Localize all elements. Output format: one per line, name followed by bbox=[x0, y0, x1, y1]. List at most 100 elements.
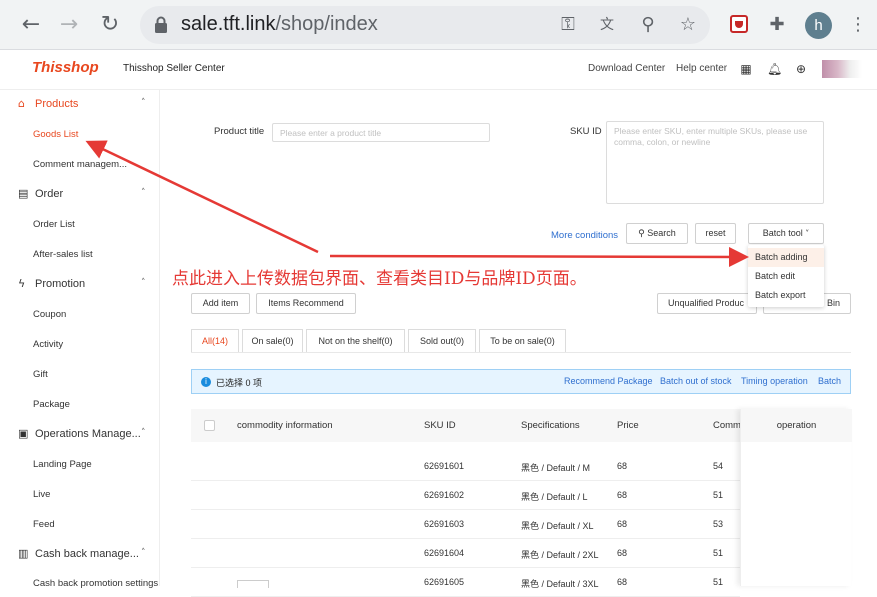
url-path: /shop/index bbox=[275, 13, 378, 35]
sidebar-item-goods-list[interactable]: Goods List bbox=[33, 129, 78, 140]
translate-icon[interactable]: 文 bbox=[596, 14, 618, 36]
sidebar-item-cash-back-settings[interactable]: Cash back promotion settings bbox=[33, 578, 158, 589]
puzzle-icon[interactable]: ✚ bbox=[766, 14, 788, 36]
sidebar-item-live[interactable]: Live bbox=[33, 489, 50, 500]
sku-cell: 62691602 bbox=[424, 490, 465, 500]
sidebar-item-landing-page[interactable]: Landing Page bbox=[33, 459, 92, 470]
profile-avatar[interactable]: h bbox=[805, 12, 832, 39]
column-header[interactable]: SKU ID bbox=[424, 420, 456, 431]
store-icon: ⌂ bbox=[18, 97, 25, 110]
timing-operation-link[interactable]: Timing operation bbox=[741, 376, 808, 386]
sidebar-item-activity[interactable]: Activity bbox=[33, 339, 63, 350]
tab-not-on-shelf[interactable]: Not on the shelf(0) bbox=[306, 329, 405, 353]
tab-all[interactable]: All(14) bbox=[191, 329, 239, 353]
recommend-package-link[interactable]: Recommend Package bbox=[564, 376, 653, 386]
order-icon: ▤ bbox=[18, 187, 29, 200]
select-all-checkbox[interactable] bbox=[204, 420, 215, 431]
sidebar-section-order[interactable]: ▤ Order ˄ bbox=[0, 182, 160, 208]
product-title-label: Product title bbox=[214, 126, 265, 137]
star-icon[interactable]: ☆ bbox=[677, 14, 699, 36]
chevron-down-icon: ˅ bbox=[805, 229, 810, 238]
sidebar-item-feed[interactable]: Feed bbox=[33, 519, 55, 530]
url-text[interactable]: sale.tft.link/shop/index bbox=[181, 13, 378, 36]
table-row[interactable]: 62691603 黑色 / Default / XL 68 53 bbox=[191, 510, 740, 539]
menu-item-batch-adding[interactable]: Batch adding bbox=[748, 248, 824, 267]
sidebar-item-coupon[interactable]: Coupon bbox=[33, 309, 66, 320]
sku-id-textarea[interactable]: Please enter SKU, enter multiple SKUs, p… bbox=[606, 121, 824, 204]
sidebar-section-label: Order bbox=[35, 188, 64, 200]
forward-arrow-icon[interactable]: → bbox=[56, 12, 82, 38]
table-row[interactable]: 62691604 黑色 / Default / 2XL 68 51 bbox=[191, 539, 740, 568]
lock-icon bbox=[155, 16, 167, 33]
price-cell: 68 bbox=[617, 519, 628, 529]
help-center-link[interactable]: Help center bbox=[676, 63, 727, 74]
add-item-button[interactable]: Add item bbox=[191, 293, 250, 314]
column-header[interactable]: Price bbox=[617, 420, 639, 431]
column-header[interactable]: Comm bbox=[713, 420, 741, 431]
sidebar-item-package[interactable]: Package bbox=[33, 399, 70, 410]
items-recommend-button[interactable]: Items Recommend bbox=[256, 293, 356, 314]
user-avatar[interactable] bbox=[822, 60, 862, 78]
info-icon: i bbox=[201, 377, 211, 387]
column-header[interactable]: Specifications bbox=[521, 420, 580, 431]
spec-cell: 黑色 / Default / M bbox=[521, 463, 591, 473]
menu-item-batch-export[interactable]: Batch export bbox=[748, 286, 824, 305]
product-thumbnail[interactable] bbox=[237, 580, 269, 588]
batch-out-of-stock-link[interactable]: Batch out of stock bbox=[660, 376, 732, 386]
tab-sold-out[interactable]: Sold out(0) bbox=[408, 329, 476, 353]
browser-toolbar: ← → ↻ sale.tft.link/shop/index ⚿ 文 ⚲ ☆ ✚… bbox=[0, 0, 877, 50]
more-vertical-icon[interactable]: ⋮ bbox=[847, 14, 869, 36]
sidebar-section-label: Promotion bbox=[35, 278, 86, 290]
promotion-icon: ϟ bbox=[18, 277, 26, 290]
batch-link[interactable]: Batch bbox=[818, 376, 841, 386]
sidebar-item-comment-management[interactable]: Comment managem... bbox=[33, 159, 127, 170]
batch-tool-menu: Batch adding Batch edit Batch export bbox=[748, 245, 824, 307]
search-button-label: Search bbox=[647, 228, 676, 238]
column-header: operation bbox=[741, 409, 852, 442]
operation-column: operation bbox=[740, 409, 852, 586]
sidebar-section-promotion[interactable]: ϟ Promotion ˄ bbox=[0, 272, 160, 298]
batch-tool-button[interactable]: Batch tool ˅ bbox=[748, 223, 824, 244]
bell-icon[interactable]: 🔔︎ bbox=[767, 62, 782, 76]
address-bar[interactable]: sale.tft.link/shop/index ⚿ 文 ⚲ ☆ bbox=[140, 6, 710, 44]
price-cell: 68 bbox=[617, 548, 628, 558]
sidebar-item-gift[interactable]: Gift bbox=[33, 369, 48, 380]
reload-icon[interactable]: ↻ bbox=[97, 12, 123, 38]
search-button[interactable]: ⚲ Search bbox=[626, 223, 688, 244]
tab-to-be-on-sale[interactable]: To be on sale(0) bbox=[479, 329, 566, 353]
search-icon: ⚲ bbox=[638, 229, 645, 239]
tab-on-sale[interactable]: On sale(0) bbox=[242, 329, 303, 353]
selected-count: 已选择 0 项 bbox=[216, 378, 263, 388]
back-arrow-icon[interactable]: ← bbox=[18, 12, 44, 38]
zoom-icon[interactable]: ⚲ bbox=[637, 14, 659, 36]
globe-icon[interactable]: ⊕ bbox=[794, 62, 808, 76]
chart-icon: ▥ bbox=[18, 547, 29, 560]
sidebar-section-cash-back[interactable]: ▥ Cash back manage... ˄ bbox=[0, 542, 160, 568]
reset-button[interactable]: reset bbox=[695, 223, 736, 244]
unqualified-products-button[interactable]: Unqualified Produc bbox=[657, 293, 757, 314]
download-center-link[interactable]: Download Center bbox=[588, 63, 665, 74]
chevron-up-icon: ˄ bbox=[141, 428, 146, 438]
sku-id-label: SKU ID bbox=[570, 126, 602, 137]
spec-cell: 黑色 / Default / 3XL bbox=[521, 579, 599, 589]
more-conditions-link[interactable]: More conditions bbox=[551, 230, 618, 241]
table-row[interactable]: 62691605 黑色 / Default / 3XL 68 51 bbox=[191, 568, 740, 597]
thisshop-logo[interactable]: Thisshop bbox=[32, 59, 99, 76]
sidebar-item-order-list[interactable]: Order List bbox=[33, 219, 75, 230]
menu-item-batch-edit[interactable]: Batch edit bbox=[748, 267, 824, 286]
qr-code-icon[interactable]: ▦ bbox=[739, 62, 753, 76]
product-title-input[interactable]: Please enter a product title bbox=[272, 123, 490, 142]
selection-info-bar: i 已选择 0 项 Recommend Package Batch out of… bbox=[191, 369, 851, 394]
key-icon[interactable]: ⚿ bbox=[557, 14, 579, 36]
extension-shield-icon[interactable] bbox=[728, 14, 750, 36]
column-header[interactable]: commodity information bbox=[237, 420, 333, 431]
sidebar-item-after-sales[interactable]: After-sales list bbox=[33, 249, 93, 260]
app-header: Thisshop Thisshop Seller Center Download… bbox=[0, 50, 877, 90]
table-row[interactable]: 62691602 黑色 / Default / L 68 51 bbox=[191, 481, 740, 510]
table-row[interactable]: 62691601 黑色 / Default / M 68 54 bbox=[191, 452, 740, 481]
sidebar-section-products[interactable]: ⌂ Products ˄ bbox=[0, 92, 160, 118]
sidebar: ⌂ Products ˄ Goods List Comment managem.… bbox=[0, 90, 160, 589]
sidebar-section-operations[interactable]: ▣ Operations Manage... ˄ bbox=[0, 422, 160, 448]
comm-cell: 51 bbox=[713, 548, 724, 558]
operations-icon: ▣ bbox=[18, 427, 29, 440]
